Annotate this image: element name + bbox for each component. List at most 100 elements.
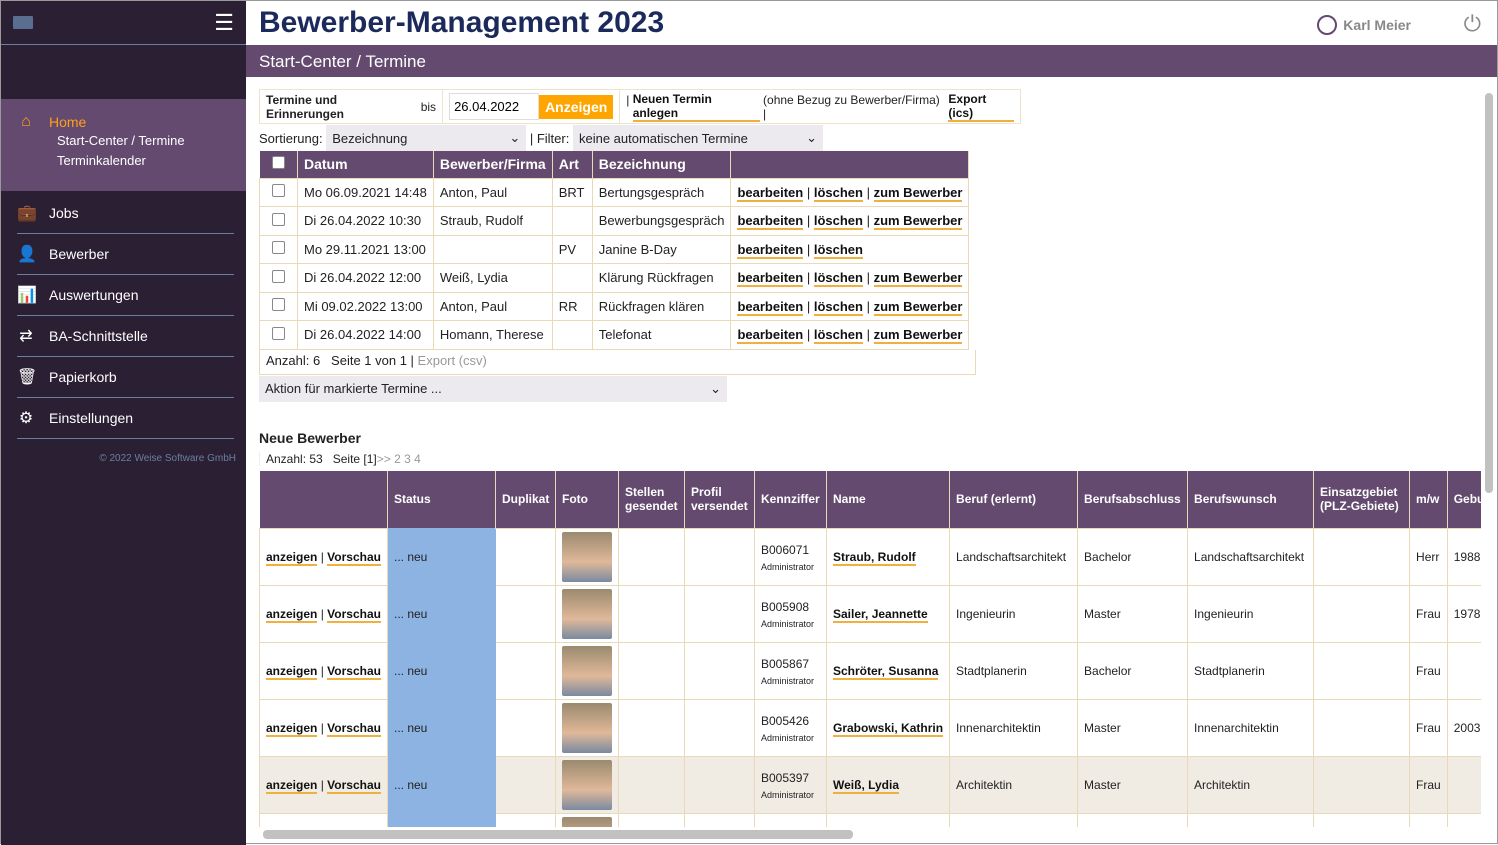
appointments-footer: Anzahl: 6 Seite 1 von 1 | Export (csv) — [259, 349, 976, 375]
cell: Mo 29.11.2021 13:00 — [304, 241, 426, 257]
table-row: anzeigen | Vorschau ... neu B005908 Admin… — [259, 585, 1481, 643]
cell: Di 26.04.2022 14:00 — [304, 327, 422, 343]
preview-link[interactable]: Vorschau — [327, 607, 381, 623]
sidebar-item-label: BA-Schnittstelle — [49, 328, 148, 344]
edit-link[interactable]: bearbeiten — [737, 298, 804, 316]
edit-link[interactable]: bearbeiten — [737, 213, 804, 231]
delete-link[interactable]: löschen — [813, 213, 863, 231]
table-row: Mo 29.11.2021 13:00 PV Janine B-Day bearbei… — [259, 234, 970, 264]
cell: Homann, Therese — [439, 327, 544, 343]
sidebar-item-bewerber[interactable]: 👤 Bewerber — [17, 234, 234, 275]
horizontal-scrollbar[interactable] — [263, 830, 853, 839]
column-header: Name — [826, 470, 951, 529]
sidebar-item-einstellungen[interactable]: ⚙ Einstellungen — [17, 398, 234, 439]
sidebar-icon: 📊 — [17, 287, 37, 304]
edit-link[interactable]: bearbeiten — [737, 184, 804, 202]
applicant-photo[interactable] — [562, 703, 612, 753]
wunsch: Stadtplanerin — [1194, 664, 1265, 678]
sidebar-item-jobs[interactable]: 💼 Jobs — [17, 193, 234, 234]
new-note: (ohne Bezug zu Bewerber/Firma) | — [763, 92, 940, 121]
delete-link[interactable]: löschen — [813, 241, 863, 259]
export-ics-link[interactable]: Export (ics) — [948, 92, 1014, 122]
column-header: Datum — [297, 151, 434, 178]
show-link[interactable]: anzeigen — [266, 607, 318, 623]
applicant-name-link[interactable]: Grabowski, Kathrin — [833, 721, 944, 737]
row-checkbox[interactable] — [272, 298, 285, 312]
sidebar-sub-terminkalender[interactable]: Terminkalender — [57, 151, 230, 171]
sidebar-sub-start-center[interactable]: Start-Center / Termine — [57, 131, 230, 151]
to-applicant-link[interactable]: zum Bewerber — [873, 213, 963, 231]
row-checkbox[interactable] — [272, 184, 285, 198]
row-checkbox[interactable] — [272, 241, 285, 255]
menu-collapse-icon[interactable]: ☰ — [214, 11, 234, 34]
bulk-action-select[interactable]: Aktion für markierte Termine ... ⌄ — [259, 375, 727, 402]
edit-link[interactable]: bearbeiten — [737, 270, 804, 288]
preview-link[interactable]: Vorschau — [327, 550, 381, 566]
to-applicant-link[interactable]: zum Bewerber — [873, 298, 963, 316]
applicant-photo[interactable] — [562, 532, 612, 582]
filter-select[interactable]: keine automatischen Termine ⌄ — [572, 125, 823, 151]
vertical-scrollbar[interactable] — [1485, 93, 1493, 493]
sort-select[interactable]: Bezeichnung ⌄ — [326, 125, 527, 151]
applicant-photo[interactable] — [562, 646, 612, 696]
show-link[interactable]: anzeigen — [266, 721, 318, 737]
sidebar-item-label: Bewerber — [49, 246, 109, 262]
edit-link[interactable]: bearbeiten — [737, 327, 804, 345]
cell: Janine B-Day — [598, 241, 677, 257]
to-applicant-link[interactable]: zum Bewerber — [873, 184, 963, 202]
date-input[interactable] — [449, 93, 540, 120]
applicant-photo[interactable] — [562, 760, 612, 810]
to-applicant-link[interactable]: zum Bewerber — [873, 327, 963, 345]
user-menu[interactable]: Karl Meier — [1317, 15, 1411, 35]
show-link[interactable]: anzeigen — [266, 664, 318, 680]
edit-link[interactable]: bearbeiten — [737, 241, 804, 259]
new-appointment-link[interactable]: Neuen Termin anlegen — [632, 92, 760, 122]
show-link[interactable]: anzeigen — [266, 550, 318, 566]
column-header: Geburt — [1447, 470, 1481, 529]
show-button[interactable]: Anzeigen — [539, 94, 614, 119]
gender: Frau — [1416, 721, 1441, 735]
applicant-count: Anzahl: 53 — [266, 451, 323, 466]
power-icon[interactable]: ⏻ — [1464, 11, 1481, 37]
applicant-photo[interactable] — [562, 589, 612, 639]
sidebar-item-papierkorb[interactable]: 🗑 Papierkorb — [17, 357, 234, 398]
role: Administrator — [761, 789, 815, 800]
status: ... neu — [394, 664, 428, 678]
sidebar-item-auswertungen[interactable]: 📊 Auswertungen — [17, 275, 234, 316]
home-label: Home — [49, 114, 87, 130]
preview-link[interactable]: Vorschau — [327, 721, 381, 737]
preview-link[interactable]: Vorschau — [327, 778, 381, 794]
applicant-name-link[interactable]: Weiß, Lydia — [833, 778, 900, 794]
beruf: Ingenieurin — [956, 607, 1016, 621]
mail-icon[interactable] — [13, 16, 33, 29]
sidebar-item-ba-schnittstelle[interactable]: ⇄ BA-Schnittstelle — [17, 316, 234, 357]
cell: Di 26.04.2022 10:30 — [304, 213, 422, 229]
header: Bewerber-Management 2023 Karl Meier ⏻ — [246, 1, 1497, 45]
select-all-checkbox[interactable] — [271, 156, 285, 170]
delete-link[interactable]: löschen — [813, 184, 863, 202]
show-link[interactable]: anzeigen — [266, 778, 318, 794]
new-applicants-title: Neue Bewerber — [259, 429, 361, 446]
delete-link[interactable]: löschen — [813, 270, 863, 288]
row-checkbox[interactable] — [272, 269, 285, 283]
row-checkbox[interactable] — [272, 212, 285, 226]
delete-link[interactable]: löschen — [813, 298, 863, 316]
applicant-name-link[interactable]: Straub, Rudolf — [833, 550, 916, 566]
row-checkbox[interactable] — [272, 326, 285, 340]
cell: Straub, Rudolf — [439, 213, 523, 229]
abschluss: Master — [1084, 778, 1121, 792]
export-csv-link[interactable]: Export (csv) — [418, 353, 487, 368]
user-name: Karl Meier — [1343, 17, 1411, 33]
applicant-name-link[interactable]: Schröter, Susanna — [833, 664, 939, 680]
preview-link[interactable]: Vorschau — [327, 664, 381, 680]
sidebar-item-home[interactable]: ⌂ Home — [17, 113, 230, 131]
main-content: Termine und Erinnerungen bis Anzeigen | … — [259, 89, 1481, 827]
to-applicant-link[interactable]: zum Bewerber — [873, 270, 963, 288]
cell: Telefonat — [598, 327, 652, 343]
pagination-links[interactable]: >> 2 3 4 — [377, 452, 421, 466]
table-row: anzeigen | Vorschau ... neu B005867 Admin… — [259, 642, 1481, 700]
applicant-name-link[interactable]: Sailer, Jeannette — [833, 607, 928, 623]
delete-link[interactable]: löschen — [813, 327, 863, 345]
applicant-photo[interactable] — [562, 817, 612, 827]
beruf: Architektin — [956, 778, 1013, 792]
